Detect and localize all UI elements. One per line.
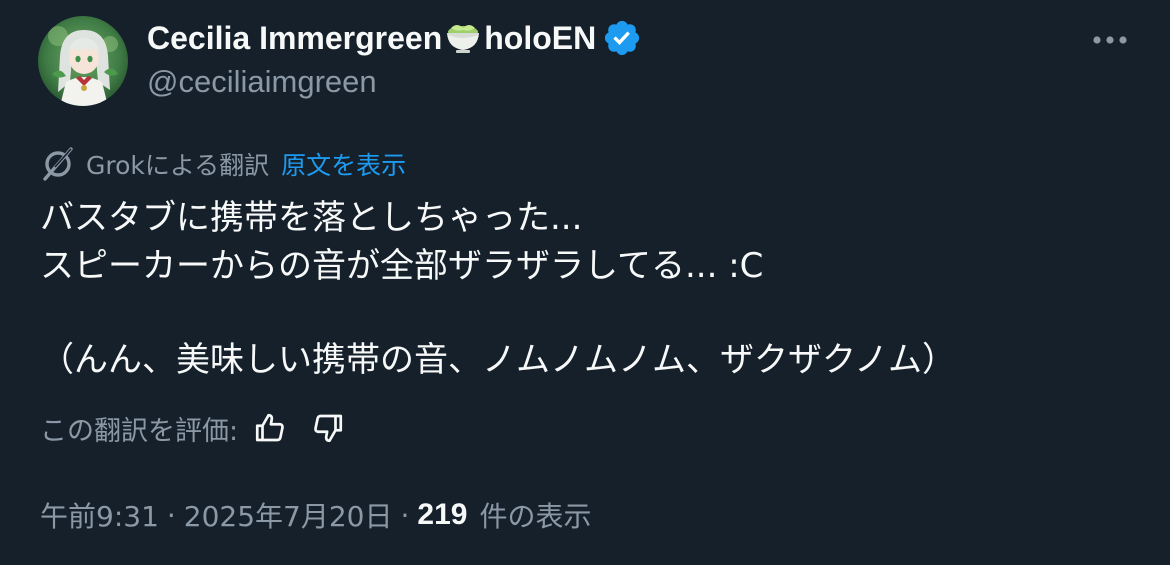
views-label: 件の表示 — [479, 500, 592, 533]
meta-separator: · — [166, 498, 176, 532]
tweet-text: バスタブに携帯を落としちゃった... スピーカーからの音が全部ザラザラしてる..… — [40, 194, 956, 384]
more-options-button[interactable] — [1088, 24, 1132, 56]
tweet-date[interactable]: 2025年7月20日 — [184, 495, 393, 535]
avatar-image — [38, 16, 128, 106]
grok-icon — [43, 147, 73, 181]
meta-separator: · — [400, 498, 410, 532]
thumbs-up-icon[interactable] — [252, 410, 288, 446]
tweet-text-line-1: バスタブに携帯を落としちゃった... — [40, 198, 583, 238]
translation-info: Grokによる翻訳 原文を表示 — [40, 144, 406, 184]
rate-translation-label: この翻訳を評価: — [40, 415, 239, 447]
views-count[interactable]: 219 — [417, 498, 467, 532]
translation-rating: この翻訳を評価: — [40, 406, 346, 450]
display-name-part2[interactable]: holoEN — [484, 20, 596, 57]
author-name-row[interactable]: Cecilia Immergreen holoEN — [147, 16, 642, 60]
translation-label: Grokによる翻訳 — [86, 151, 270, 180]
tweet-text-line-2: スピーカーからの音が全部ザラザラしてる... :C — [40, 246, 764, 286]
tweet-detail: Cecilia Immergreen holoEN @ceciliaimgree… — [0, 0, 1170, 565]
tweet-meta: 午前9:31 · 2025年7月20日 · 219 件の表示 — [40, 494, 591, 536]
avatar[interactable] — [38, 16, 128, 106]
tweet-time[interactable]: 午前9:31 — [40, 495, 159, 535]
more-horizontal-icon — [1093, 36, 1127, 44]
display-name-part1[interactable]: Cecilia Immergreen — [147, 20, 442, 57]
tea-cup-icon — [443, 20, 483, 56]
tweet-text-line-3: （んん、美味しい携帯の音、ノムノムノム、ザクザクノム） — [40, 340, 956, 380]
thumbs-down-icon[interactable] — [310, 410, 346, 446]
show-original-link[interactable]: 原文を表示 — [281, 146, 406, 182]
verified-badge-icon — [602, 18, 642, 58]
author-handle[interactable]: @ceciliaimgreen — [147, 64, 377, 100]
